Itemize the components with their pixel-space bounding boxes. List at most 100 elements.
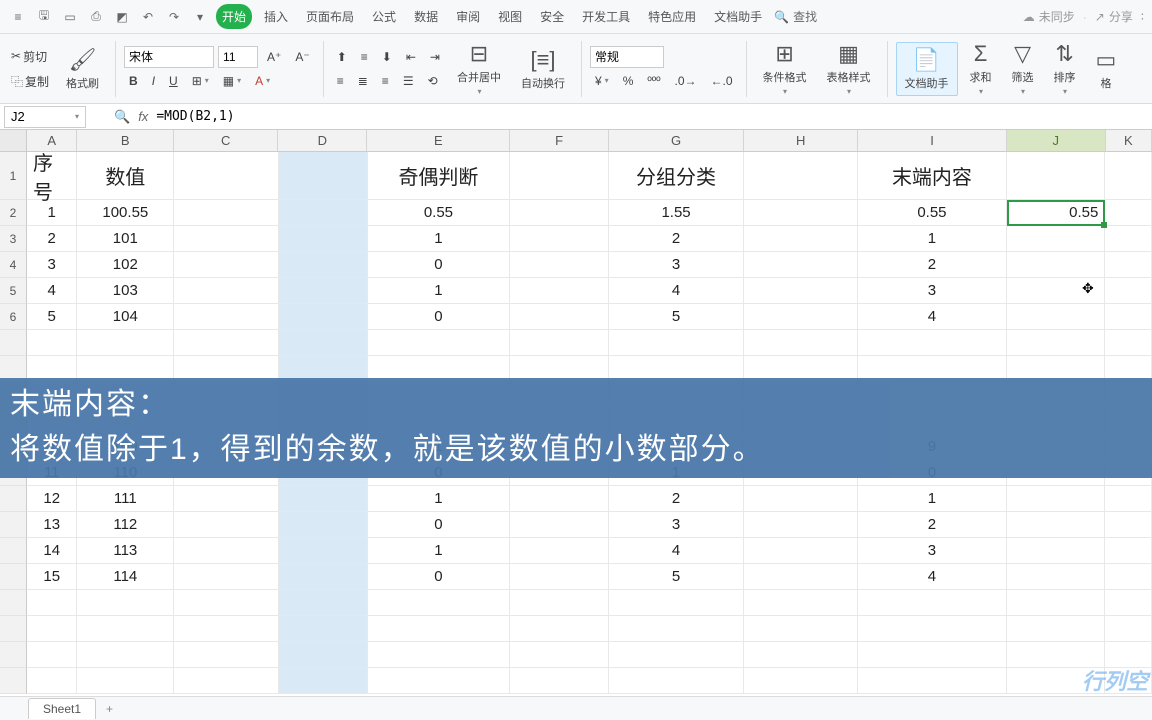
cell[interactable] bbox=[174, 278, 278, 304]
cell[interactable] bbox=[174, 642, 278, 668]
cell[interactable] bbox=[279, 486, 368, 512]
row-header[interactable] bbox=[0, 512, 27, 538]
sum-button[interactable]: Σ 求和▾ bbox=[962, 37, 1000, 100]
dropdown-icon[interactable]: ▾ bbox=[190, 7, 210, 27]
preview-icon[interactable]: ◩ bbox=[112, 7, 132, 27]
cell[interactable] bbox=[510, 226, 609, 252]
cell[interactable] bbox=[1105, 512, 1152, 538]
cell[interactable]: 2 bbox=[609, 486, 744, 512]
cell[interactable] bbox=[510, 590, 609, 616]
cell[interactable] bbox=[174, 616, 278, 642]
tab-home[interactable]: 开始 bbox=[216, 4, 252, 29]
cell[interactable] bbox=[174, 564, 278, 590]
comma-button[interactable]: ººº bbox=[642, 70, 665, 92]
cell[interactable]: 末端内容 bbox=[858, 152, 1007, 200]
col-header-I[interactable]: I bbox=[858, 130, 1007, 151]
align-bottom-button[interactable]: ⬇ bbox=[377, 46, 397, 68]
cell[interactable]: 4 bbox=[27, 278, 78, 304]
cell[interactable] bbox=[609, 616, 744, 642]
cell[interactable]: 0 bbox=[368, 512, 511, 538]
col-header-B[interactable]: B bbox=[77, 130, 174, 151]
cell[interactable] bbox=[510, 512, 609, 538]
cell[interactable]: 0.55 bbox=[858, 200, 1007, 226]
cell[interactable]: 2 bbox=[858, 252, 1007, 278]
cell[interactable] bbox=[609, 668, 744, 694]
cell[interactable] bbox=[858, 590, 1007, 616]
cell[interactable] bbox=[27, 616, 78, 642]
col-header-C[interactable]: C bbox=[174, 130, 278, 151]
cell[interactable] bbox=[1105, 252, 1152, 278]
col-header-D[interactable]: D bbox=[278, 130, 367, 151]
cell[interactable] bbox=[174, 486, 278, 512]
tab-view[interactable]: 视图 bbox=[492, 4, 528, 29]
cell[interactable] bbox=[1007, 330, 1106, 356]
cell[interactable] bbox=[174, 590, 278, 616]
cell[interactable] bbox=[1007, 616, 1106, 642]
cell[interactable]: 0.55 bbox=[368, 200, 511, 226]
cell[interactable] bbox=[1105, 590, 1152, 616]
cell[interactable] bbox=[1007, 538, 1106, 564]
cell[interactable] bbox=[77, 330, 174, 356]
cell[interactable] bbox=[1007, 590, 1106, 616]
tab-security[interactable]: 安全 bbox=[534, 4, 570, 29]
cell[interactable] bbox=[279, 642, 368, 668]
cell[interactable]: 0 bbox=[368, 252, 511, 278]
underline-button[interactable]: U bbox=[164, 70, 183, 92]
font-size-select[interactable] bbox=[218, 46, 258, 68]
cell[interactable] bbox=[510, 278, 609, 304]
sheet-tab[interactable]: Sheet1 bbox=[28, 698, 96, 719]
row-header[interactable] bbox=[0, 486, 27, 512]
cell[interactable] bbox=[1007, 226, 1106, 252]
cell[interactable] bbox=[1007, 252, 1106, 278]
cell[interactable] bbox=[609, 330, 744, 356]
tab-review[interactable]: 审阅 bbox=[450, 4, 486, 29]
tab-insert[interactable]: 插入 bbox=[258, 4, 294, 29]
cell[interactable]: 2 bbox=[27, 226, 78, 252]
cell[interactable]: 4 bbox=[609, 538, 744, 564]
tab-special[interactable]: 特色应用 bbox=[642, 4, 702, 29]
copy-button[interactable]: ⿻复制 bbox=[6, 70, 54, 93]
formula-input[interactable] bbox=[156, 109, 956, 124]
sort-button[interactable]: ⇅ 排序▾ bbox=[1046, 37, 1084, 100]
cell[interactable] bbox=[1105, 538, 1152, 564]
border-button[interactable]: ⊞▾ bbox=[187, 70, 214, 92]
row-header[interactable]: 3 bbox=[0, 226, 27, 252]
cell[interactable] bbox=[744, 278, 858, 304]
cell[interactable]: 100.55 bbox=[77, 200, 174, 226]
cell[interactable] bbox=[744, 616, 858, 642]
cell[interactable]: 102 bbox=[77, 252, 174, 278]
cell[interactable] bbox=[858, 330, 1007, 356]
row-header[interactable] bbox=[0, 564, 27, 590]
wrap-text-button[interactable]: [≡] 自动换行 bbox=[513, 43, 573, 95]
cell[interactable] bbox=[510, 486, 609, 512]
cell[interactable] bbox=[279, 590, 368, 616]
doc-helper-button[interactable]: 📄 文档助手 bbox=[896, 42, 958, 96]
increase-decimal-button[interactable]: .0→ bbox=[670, 70, 702, 92]
cell[interactable] bbox=[1105, 200, 1152, 226]
cell[interactable]: 1 bbox=[368, 226, 511, 252]
cell[interactable] bbox=[510, 152, 609, 200]
cell[interactable] bbox=[279, 200, 368, 226]
cell[interactable]: 3 bbox=[858, 538, 1007, 564]
decrease-font-button[interactable]: A⁻ bbox=[290, 46, 314, 68]
cell[interactable]: 15 bbox=[27, 564, 78, 590]
cell[interactable] bbox=[279, 226, 368, 252]
cell[interactable]: 111 bbox=[77, 486, 174, 512]
format-button[interactable]: ▭ 格 bbox=[1088, 43, 1125, 95]
folder-icon[interactable]: ▭ bbox=[60, 7, 80, 27]
cell[interactable] bbox=[279, 538, 368, 564]
conditional-format-button[interactable]: ⊞ 条件格式▾ bbox=[755, 37, 815, 100]
tab-formulas[interactable]: 公式 bbox=[366, 4, 402, 29]
search-box[interactable]: 🔍 查找 bbox=[774, 8, 817, 25]
row-header[interactable] bbox=[0, 616, 27, 642]
cell[interactable]: 14 bbox=[27, 538, 78, 564]
cell[interactable] bbox=[1105, 226, 1152, 252]
add-sheet-button[interactable]: + bbox=[96, 702, 123, 716]
cell[interactable]: 113 bbox=[77, 538, 174, 564]
save-icon[interactable]: 🖫 bbox=[34, 7, 54, 27]
cell[interactable] bbox=[174, 668, 278, 694]
cell[interactable]: 1 bbox=[858, 226, 1007, 252]
cell[interactable] bbox=[174, 152, 278, 200]
cell[interactable] bbox=[77, 616, 174, 642]
cell[interactable] bbox=[609, 642, 744, 668]
